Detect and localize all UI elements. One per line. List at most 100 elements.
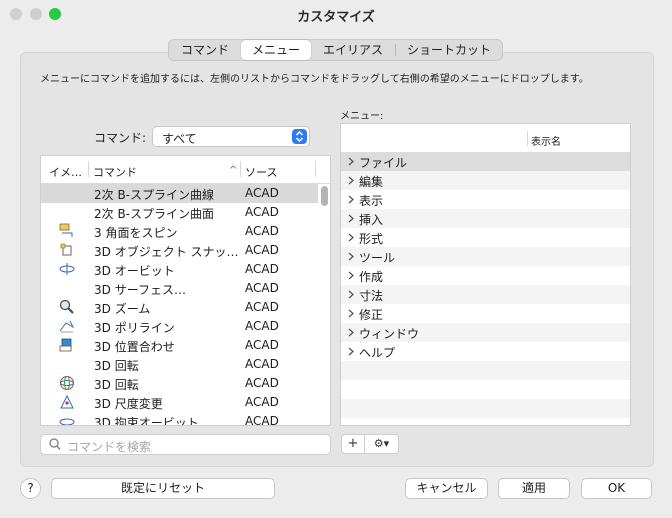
menu-tree-item[interactable]: ツール [341,247,630,266]
command-list[interactable]: イメ… コマンド ^ ソース 2次 B-スプライン曲線 ACAD 2次 B-スプライ… [40,155,331,426]
command-name: 3D ポリライン [94,321,175,335]
command-row[interactable]: 3D 位置合わせ ACAD [41,336,318,355]
tab-bar: コマンド メニュー エイリアス ショートカット [168,39,503,61]
command-row[interactable]: 3D ズーム ACAD [41,298,318,317]
command-row[interactable]: 2次 B-スプライン曲面 ACAD [41,203,318,222]
chevron-right-icon[interactable] [347,192,355,209]
command-row[interactable]: 3D 回転 ACAD [41,374,318,393]
command-row[interactable]: 3D 尺度変更 ACAD [41,393,318,412]
menu-item-label: 寸法 [359,289,384,303]
object-snap-icon [58,242,76,258]
orbit-icon [58,261,76,277]
apply-button[interactable]: 適用 [498,478,570,499]
command-list-header: イメ… コマンド ^ ソース [41,156,330,184]
tab-shortcuts[interactable]: ショートカット [396,40,502,60]
reset-defaults-button[interactable]: 既定にリセット [51,478,275,499]
menu-tree-item[interactable]: 編集 [341,171,630,190]
command-name: 3D 尺度変更 [94,397,163,411]
constrained-orbit-icon [58,413,76,425]
tab-commands[interactable]: コマンド [169,40,241,60]
zoom-icon [58,299,76,315]
list-scrollbar[interactable] [321,186,328,206]
chevron-right-icon[interactable] [347,230,355,247]
empty-icon-slot [58,356,76,372]
menu-item-label: ウィンドウ [359,327,420,341]
column-header-source[interactable]: ソース [245,164,277,180]
command-source: ACAD [245,319,279,333]
command-row[interactable]: 3D ポリライン ACAD [41,317,318,336]
add-menu-item-button[interactable]: + [341,434,365,454]
chevron-right-icon[interactable] [347,211,355,228]
command-name: 2次 B-スプライン曲面 [94,207,215,221]
menu-tree-item[interactable]: 表示 [341,190,630,209]
command-row[interactable]: 3D オブジェクト スナッ… ACAD [41,241,318,260]
column-divider [527,131,528,146]
title-bar: カスタマイズ [0,0,672,28]
column-header-image[interactable]: イメ… [49,164,82,180]
ok-button[interactable]: OK [581,478,652,499]
chevron-right-icon[interactable] [347,344,355,361]
command-name: 3D ズーム [94,302,151,316]
popup-arrows-icon [292,129,307,144]
menu-panel-label: メニュー: [340,111,384,122]
menu-item-label: 形式 [359,232,384,246]
chevron-right-icon[interactable] [347,306,355,323]
command-row[interactable]: 3 角面をスピン ACAD [41,222,318,241]
command-source: ACAD [245,414,279,426]
menu-tree-item[interactable]: ヘルプ [341,342,630,361]
menu-tree-item[interactable]: 作成 [341,266,630,285]
help-button[interactable]: ? [20,478,41,499]
command-row[interactable]: 3D 拘束オービット ACAD [41,412,318,426]
chevron-right-icon[interactable] [347,173,355,190]
command-source: ACAD [245,338,279,352]
menu-item-label: 編集 [359,175,384,189]
command-source: ACAD [245,186,279,200]
command-source: ACAD [245,395,279,409]
command-filter-popup[interactable]: すべて [152,126,310,147]
menu-tree-item[interactable]: 修正 [341,304,630,323]
chevron-right-icon[interactable] [347,249,355,266]
chevron-right-icon[interactable] [347,325,355,342]
command-row[interactable]: 3D サーフェス… ACAD [41,279,318,298]
command-row[interactable]: 2次 B-スプライン曲線 ACAD [41,184,318,203]
gear-menu-button[interactable]: ⚙▾ [364,434,399,454]
menu-tree-empty-row [341,361,630,380]
menu-item-label: 修正 [359,308,384,322]
command-name: 3D 位置合わせ [94,340,175,354]
command-name: 3D 拘束オービット [94,416,199,426]
menu-item-label: ツール [359,251,396,265]
command-name: 3D 回転 [94,359,139,373]
instruction-text: メニューにコマンドを追加するには、左側のリストからコマンドをドラッグして右側の希… [40,74,589,85]
command-row[interactable]: 3D オービット ACAD [41,260,318,279]
menu-tree-header: 表示名 [341,124,630,153]
command-source: ACAD [245,224,279,238]
align-icon [58,337,76,353]
tab-menus[interactable]: メニュー [241,40,311,60]
chevron-right-icon[interactable] [347,154,355,171]
menu-tree-item[interactable]: 挿入 [341,209,630,228]
chevron-right-icon[interactable] [347,287,355,304]
cancel-button[interactable]: キャンセル [405,478,488,499]
command-name: 3D 回転 [94,378,139,392]
command-source: ACAD [245,243,279,257]
column-header-command[interactable]: コマンド [93,164,137,180]
command-source: ACAD [245,376,279,390]
chevron-right-icon[interactable] [347,268,355,285]
scale-icon [58,394,76,410]
column-header-display-name[interactable]: 表示名 [531,133,561,148]
menu-tree-item[interactable]: ウィンドウ [341,323,630,342]
menu-tree-item[interactable]: 寸法 [341,285,630,304]
spin-face-icon [58,223,76,239]
sort-ascending-icon: ^ [229,165,238,176]
column-divider [315,161,316,177]
command-row[interactable]: 3D 回転 ACAD [41,355,318,374]
column-divider [240,161,241,177]
menu-tree-item[interactable]: ファイル [341,152,630,171]
tab-aliases[interactable]: エイリアス [311,40,395,60]
command-name: 2次 B-スプライン曲線 [94,188,215,202]
menu-tree-item[interactable]: 形式 [341,228,630,247]
command-name: 3 角面をスピン [94,226,178,240]
command-search-field[interactable]: コマンドを検索 [40,434,331,455]
menu-tree-empty-row [341,380,630,399]
menu-tree[interactable]: 表示名 ファイル編集 表示 挿入形式ツール 作成寸法修正ウィンドウ ヘルプ [340,123,631,426]
